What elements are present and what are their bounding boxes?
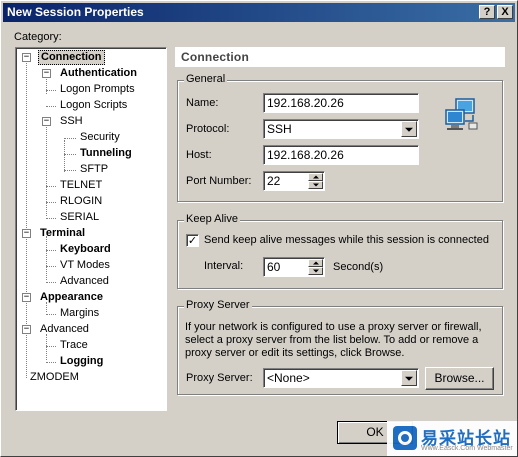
network-computers-icon	[445, 98, 478, 130]
proxy-server-select[interactable]: <None>	[263, 368, 419, 388]
tree-guide-line	[46, 236, 47, 280]
tree-item-zmodem[interactable]: ZMODEM	[28, 370, 81, 385]
watermark: 易采站长站 Www.Easck.Com Webmaster	[387, 421, 517, 456]
tree-expander-icon[interactable]: −	[22, 53, 31, 62]
tree-item-serial[interactable]: SERIAL	[58, 210, 101, 225]
proxy-server-value: <None>	[267, 371, 310, 385]
tree-item-vt-modes[interactable]: VT Modes	[58, 258, 112, 273]
tree-guide-line	[46, 266, 56, 267]
close-button[interactable]: X	[497, 5, 513, 19]
tree-item-connection[interactable]: Connection	[38, 50, 105, 65]
general-group-label: General	[184, 73, 228, 85]
tree-item-appearance[interactable]: Appearance	[38, 290, 105, 305]
tree-guide-line	[46, 202, 56, 203]
window-title: New Session Properties	[7, 5, 144, 19]
proxy-group-label: Proxy Server	[184, 299, 252, 311]
browse-button[interactable]: Browse...	[425, 367, 494, 390]
tree-item-logon-scripts[interactable]: Logon Scripts	[58, 98, 129, 113]
tree-item-terminal[interactable]: Terminal	[38, 226, 87, 241]
tree-expander-icon[interactable]: −	[22, 229, 31, 238]
protocol-label: Protocol:	[186, 123, 230, 135]
tree-expander-icon[interactable]: −	[22, 325, 31, 334]
panel-title: Connection	[175, 47, 505, 67]
interval-decrement-button[interactable]	[308, 267, 323, 275]
proxy-description: If your network is configured to use a p…	[185, 321, 482, 359]
proxy-dropdown-button[interactable]	[401, 370, 417, 386]
protocol-value: SSH	[267, 122, 292, 136]
tree-guide-line	[64, 170, 76, 171]
port-decrement-button[interactable]	[308, 181, 323, 189]
host-input[interactable]: 192.168.20.26	[263, 145, 419, 165]
host-label: Host:	[186, 149, 212, 161]
category-tree[interactable]: − Connection − Authentication Logon Prompts L…	[15, 47, 167, 411]
tree-expander-icon[interactable]: −	[22, 293, 31, 302]
tree-item-rlogin[interactable]: RLOGIN	[58, 194, 104, 209]
tree-item-sftp[interactable]: SFTP	[78, 162, 110, 177]
tree-item-advanced[interactable]: Advanced	[58, 274, 111, 289]
tree-item-security[interactable]: Security	[78, 130, 122, 145]
tree-guide-line	[46, 250, 56, 251]
port-increment-button[interactable]	[308, 173, 323, 181]
tree-guide-line	[64, 140, 65, 172]
brand-logo-icon	[393, 426, 417, 450]
tree-item-ssh[interactable]: SSH	[58, 114, 85, 129]
tree-expander-icon[interactable]: −	[42, 69, 51, 78]
name-label: Name:	[186, 97, 219, 109]
tree-item-tunneling[interactable]: Tunneling	[78, 146, 134, 161]
chevron-down-icon	[405, 127, 413, 132]
protocol-dropdown-button[interactable]	[401, 121, 417, 137]
category-label: Category:	[14, 31, 62, 43]
tree-guide-line	[64, 154, 76, 155]
tree-guide-line	[46, 362, 56, 363]
arrow-down-icon	[312, 269, 319, 273]
name-input[interactable]: 192.168.20.26	[263, 93, 419, 113]
tree-guide-line	[46, 90, 56, 91]
tree-guide-line	[46, 282, 56, 283]
port-label: Port Number:	[186, 175, 252, 187]
session-properties-dialog: New Session Properties ? X Category: − Co…	[0, 0, 518, 457]
tree-guide-line	[46, 314, 56, 315]
tree-item-telnet[interactable]: TELNET	[58, 178, 104, 193]
tree-item-margins[interactable]: Margins	[58, 306, 101, 321]
proxy-server-label: Proxy Server:	[186, 372, 253, 384]
tree-item-advanced[interactable]: Advanced	[38, 322, 91, 337]
arrow-up-icon	[312, 261, 319, 265]
interval-increment-button[interactable]	[308, 259, 323, 267]
tree-item-authentication[interactable]: Authentication	[58, 66, 139, 81]
tree-guide-line	[46, 346, 56, 347]
tree-guide-line	[46, 334, 47, 360]
tree-guide-line	[46, 218, 56, 219]
title-bar[interactable]: New Session Properties ? X	[3, 3, 515, 22]
tree-expander-icon[interactable]: −	[42, 117, 51, 126]
tree-guide-line	[64, 138, 76, 139]
tree-item-logging[interactable]: Logging	[58, 354, 105, 369]
watermark-sub-text: Www.Easck.Com Webmaster	[421, 445, 513, 452]
interval-label: Interval:	[204, 260, 244, 272]
tree-guide-line	[46, 76, 47, 94]
tree-item-logon-prompts[interactable]: Logon Prompts	[58, 82, 137, 97]
tree-guide-line	[46, 186, 56, 187]
arrow-up-icon	[312, 175, 319, 179]
keep-alive-checkbox-label[interactable]: Send keep alive messages while this sess…	[204, 234, 489, 246]
tree-item-trace[interactable]: Trace	[58, 338, 90, 353]
tree-guide-line	[46, 106, 56, 107]
tree-item-keyboard[interactable]: Keyboard	[58, 242, 113, 257]
keep-alive-group: Keep Alive	[177, 213, 503, 289]
arrow-down-icon	[312, 183, 319, 187]
keep-alive-checkbox[interactable]: ✓	[186, 234, 199, 247]
help-button[interactable]: ?	[479, 5, 495, 19]
protocol-select[interactable]: SSH	[263, 119, 419, 139]
chevron-down-icon	[405, 376, 413, 381]
interval-unit-label: Second(s)	[333, 261, 384, 273]
keep-alive-group-label: Keep Alive	[184, 213, 240, 225]
